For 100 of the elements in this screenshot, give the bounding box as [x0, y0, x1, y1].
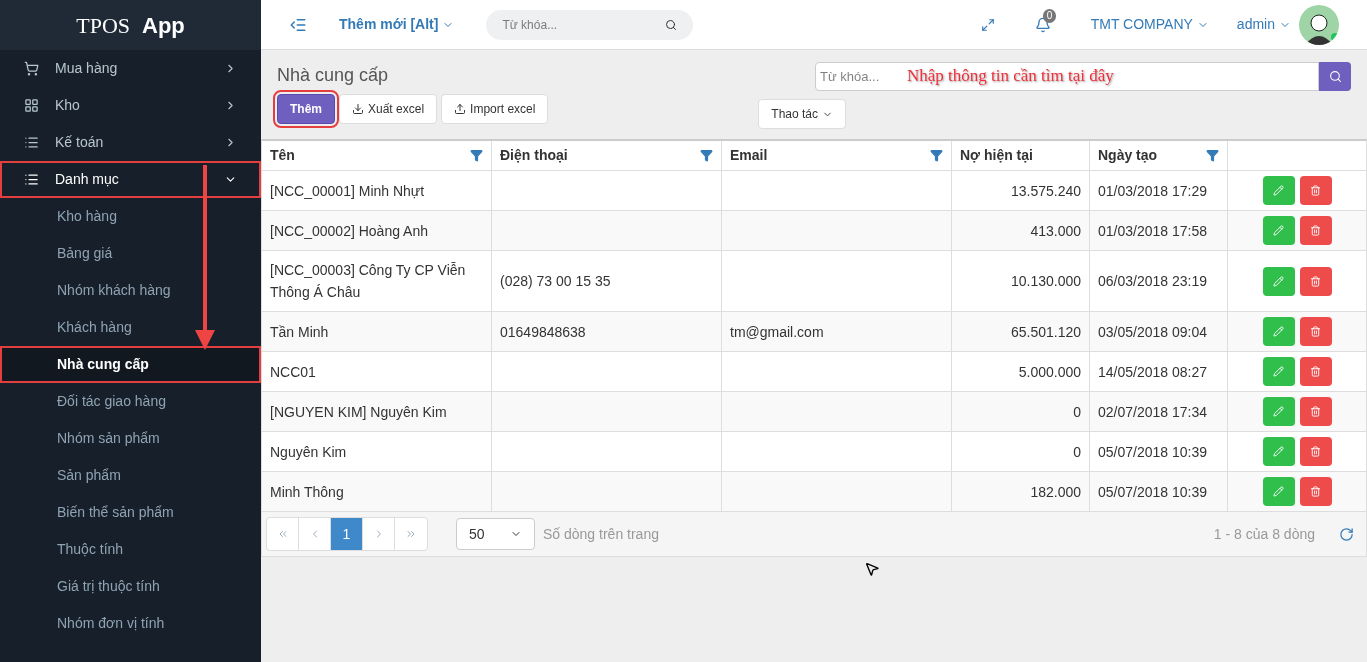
grid-icon: [24, 98, 39, 113]
last-page-icon: [405, 528, 417, 540]
submenu-item[interactable]: Biến thể sản phẩm: [0, 494, 261, 531]
table-cell-text: [NGUYEN KIM] Nguyên Kim: [270, 402, 447, 422]
table-cell-text: 03/05/2018 09:04: [1098, 322, 1207, 342]
edit-button[interactable]: [1262, 216, 1295, 245]
submenu-item[interactable]: Nhóm khách hàng: [0, 272, 261, 309]
column-header[interactable]: Nợ hiện tại: [952, 141, 1090, 170]
submenu-item[interactable]: Kho hàng: [0, 198, 261, 235]
table-cell-text: 05/07/2018 10:39: [1098, 442, 1207, 462]
trash-icon: [1310, 185, 1321, 196]
column-header[interactable]: Ngày tạo: [1090, 141, 1228, 170]
delete-button[interactable]: [1299, 477, 1332, 506]
annotation-text: Nhập thông tin cần tìm tại đây: [907, 65, 1114, 87]
edit-button[interactable]: [1262, 397, 1295, 426]
table-cell-text: (028) 73 00 15 35: [500, 272, 611, 291]
filter-icon[interactable]: [930, 149, 943, 162]
trash-icon: [1310, 406, 1321, 417]
sidebar-item[interactable]: Kho: [0, 87, 261, 124]
column-header[interactable]: Điện thoại: [492, 141, 722, 170]
top-search-field[interactable]: Từ khóa...: [486, 9, 694, 40]
toolbar-button[interactable]: Xuất excel: [339, 94, 438, 124]
page-button[interactable]: 1: [331, 518, 363, 550]
column-header[interactable]: Email: [722, 141, 952, 170]
submenu-item[interactable]: Giá trị thuộc tính: [0, 568, 261, 605]
list-icon: [24, 135, 39, 150]
trash-icon: [1310, 326, 1321, 337]
page-size-select[interactable]: 50: [456, 518, 535, 550]
fullscreen-icon[interactable]: [980, 17, 995, 32]
sidebar-item[interactable]: Danh mục: [0, 161, 261, 198]
search-icon: [1328, 70, 1342, 83]
notification-badge: 0: [1042, 8, 1057, 23]
delete-button[interactable]: [1299, 216, 1332, 245]
toolbar-button[interactable]: Import excel: [441, 94, 549, 124]
submenu-item[interactable]: Nhóm đơn vị tính: [0, 605, 261, 642]
table-cell-text: 65.501.120: [1010, 322, 1081, 342]
pencil-icon: [1273, 446, 1284, 457]
delete-button[interactable]: [1299, 397, 1332, 426]
trash-icon: [1310, 225, 1321, 236]
submenu-item[interactable]: Nhóm sản phẩm: [0, 420, 261, 457]
column-header[interactable]: Tên: [262, 141, 492, 170]
trash-icon: [1310, 275, 1321, 287]
sidebar-item[interactable]: Kế toán: [0, 124, 261, 161]
table-cell-text: 05/07/2018 10:39: [1098, 482, 1207, 502]
filter-icon[interactable]: [700, 149, 713, 162]
table-cell-text: Tần Minh: [270, 322, 329, 342]
submenu-item[interactable]: Khách hàng: [0, 309, 261, 346]
submenu-item[interactable]: Đối tác giao hàng: [0, 383, 261, 420]
search-icon[interactable]: [665, 18, 678, 31]
delete-button[interactable]: [1299, 176, 1332, 205]
submenu-item[interactable]: Bảng giá: [0, 235, 261, 272]
download-icon: [352, 103, 364, 115]
mouse-cursor-icon: [864, 561, 880, 577]
table-cell-text: [NCC_00003] Công Ty CP Viễn Thông Á Châu: [270, 261, 467, 302]
upload-icon: [454, 103, 467, 115]
sidebar-item[interactable]: Mua hàng: [0, 50, 261, 87]
table-cell-text: 413.000: [1030, 221, 1081, 241]
delete-button[interactable]: [1299, 357, 1332, 386]
edit-button[interactable]: [1262, 317, 1295, 346]
pencil-icon: [1273, 225, 1284, 236]
edit-button[interactable]: [1262, 477, 1295, 506]
table-cell-text: 10.130.000: [1010, 272, 1081, 291]
actions-dropdown[interactable]: Thao tác: [758, 99, 846, 129]
filter-icon[interactable]: [470, 149, 483, 162]
edit-button[interactable]: [1262, 357, 1295, 386]
page-size-label: Số dòng trên trang: [543, 524, 659, 544]
company-menu[interactable]: TMT COMPANY: [1090, 14, 1209, 35]
table-cell-text: 0: [1073, 402, 1081, 422]
submenu-item[interactable]: Thuộc tính: [0, 531, 261, 568]
pager-summary: 1 - 8 của 8 dòng: [1213, 524, 1315, 544]
table-cell-text: 06/03/2018 23:19: [1098, 272, 1207, 291]
refresh-icon[interactable]: [1339, 526, 1354, 542]
filter-icon[interactable]: [1206, 149, 1219, 162]
edit-button[interactable]: [1262, 266, 1295, 296]
table-cell-text: 5.000.000: [1018, 362, 1081, 382]
table-cell-text: 0: [1073, 442, 1081, 462]
delete-button[interactable]: [1299, 437, 1332, 466]
pencil-icon: [1273, 275, 1284, 287]
delete-button[interactable]: [1299, 317, 1332, 346]
table-cell-text: [NCC_00002] Hoàng Anh: [270, 221, 428, 241]
user-avatar[interactable]: [1299, 4, 1339, 45]
submenu-item[interactable]: Nhà cung cấp: [0, 346, 261, 383]
edit-button[interactable]: [1262, 176, 1295, 205]
search-button[interactable]: [1319, 62, 1351, 91]
edit-button[interactable]: [1262, 437, 1295, 466]
table-cell-text: NCC01: [270, 362, 316, 382]
table-cell-text: Nguyên Kim: [270, 442, 347, 462]
cart-icon: [24, 61, 39, 76]
user-menu[interactable]: admin: [1236, 14, 1291, 35]
pencil-icon: [1273, 185, 1284, 196]
pencil-icon: [1273, 406, 1284, 417]
new-menu-button[interactable]: Thêm mới [Alt]: [339, 14, 455, 35]
submenu-item[interactable]: Sản phẩm: [0, 457, 261, 494]
pencil-icon: [1273, 326, 1284, 337]
pencil-icon: [1273, 486, 1284, 497]
table-cell-text: 01649848638: [500, 322, 586, 342]
pencil-icon: [1273, 366, 1284, 377]
trash-icon: [1310, 486, 1321, 497]
delete-button[interactable]: [1299, 266, 1332, 296]
table-cell-text: 02/07/2018 17:34: [1098, 402, 1207, 422]
